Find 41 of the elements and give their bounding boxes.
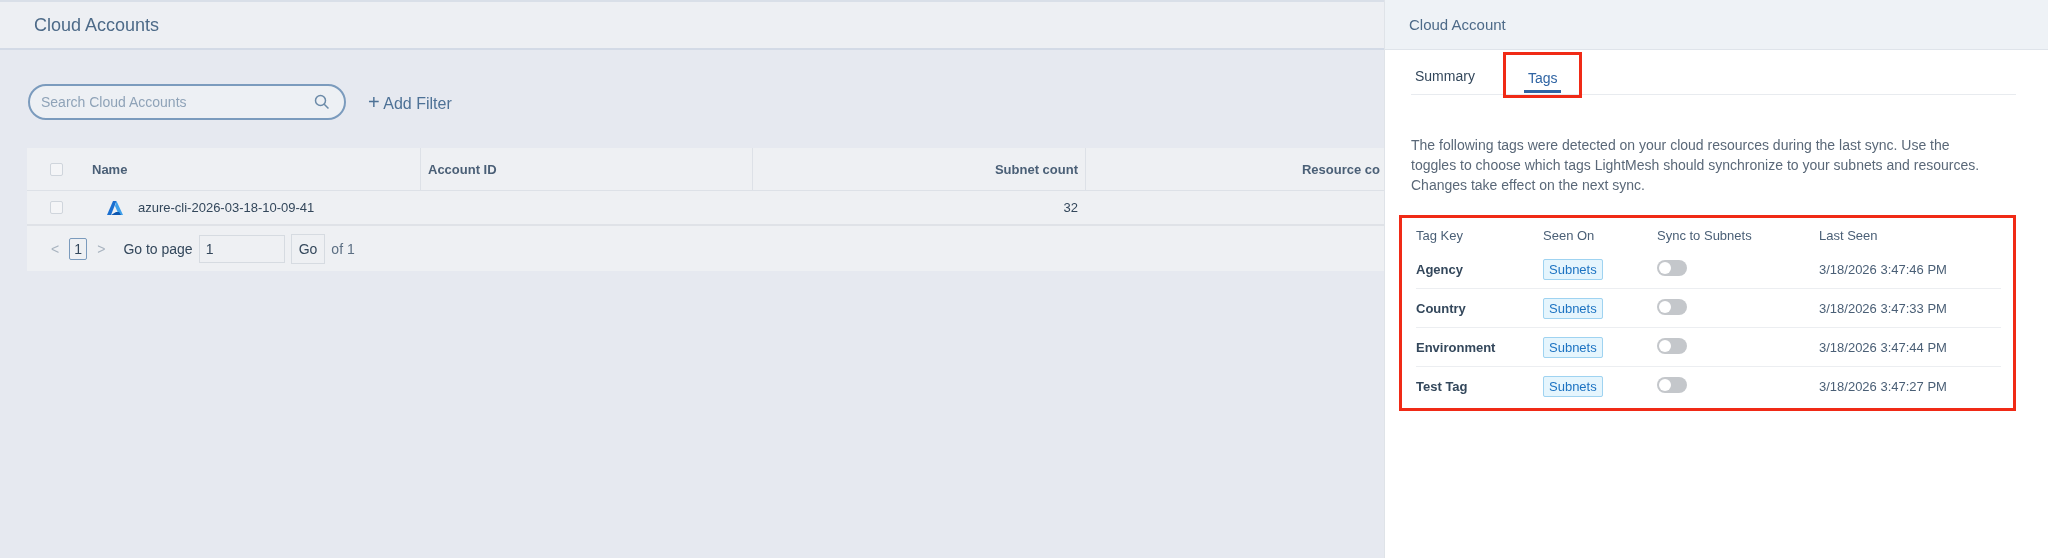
search-icon[interactable] [314,94,330,110]
last-seen: 3/18/2026 3:47:33 PM [1819,300,1947,316]
tag-key: Agency [1416,261,1463,277]
description: The following tags were detected on your cloud resources during the last sync. Use the toggles to choose which tags LightMesh should synchronize to your subnets and resources. Changes take effect on the next sync. [1411,136,1981,195]
sync-toggle[interactable] [1657,337,1687,354]
subnets-tag: Subnets [1543,258,1603,280]
last-seen: 3/18/2026 3:47:46 PM [1819,261,1947,277]
column-header[interactable]: Account ID [420,148,752,190]
goto-label: Go to page [123,240,193,257]
column-header: Seen On [1543,227,1596,243]
table-cell: 32 [1063,200,1078,215]
panel-title: Cloud Account [1409,16,1506,33]
subnets-tag: Subnets [1543,297,1603,319]
subnets-tag: Subnets [1543,375,1603,397]
tag-key: Country [1416,300,1466,316]
column-header: Sync to Subnets [1657,227,1753,243]
table-cell: azure-cli-2026-03-18-10-09-41 [138,200,315,215]
tab[interactable]: Tags [1523,55,1562,93]
checkbox[interactable] [49,162,63,176]
sync-toggle[interactable] [1657,298,1687,315]
column-header: Tag Key [1416,227,1464,243]
last-seen: 3/18/2026 3:47:44 PM [1819,339,1947,355]
column-header[interactable]: Subnet count [752,148,1085,190]
page-title: Cloud Accounts [34,14,160,36]
sync-toggle[interactable] [1657,259,1687,276]
search-field[interactable]: Search Cloud Accounts [28,84,346,120]
tag-key: Test Tag [1416,378,1468,394]
sync-toggle[interactable] [1657,376,1687,393]
column-header[interactable]: Name [85,148,420,190]
triangle-logo-icon [107,200,123,215]
tab[interactable]: Summary [1411,50,1479,94]
checkbox[interactable] [49,201,63,214]
add-filter-button[interactable]: + Add Filter [368,90,452,114]
tag-key: Environment [1416,339,1496,355]
page-input[interactable]: 1 [198,234,285,263]
last-seen: 3/18/2026 3:47:27 PM [1819,378,1947,394]
go-button[interactable]: Go [290,233,326,264]
column-header: Last Seen [1819,227,1879,243]
page-button[interactable]: 1 [69,237,88,260]
page-count: of 1 [331,240,355,257]
subnets-tag: Subnets [1543,336,1603,358]
